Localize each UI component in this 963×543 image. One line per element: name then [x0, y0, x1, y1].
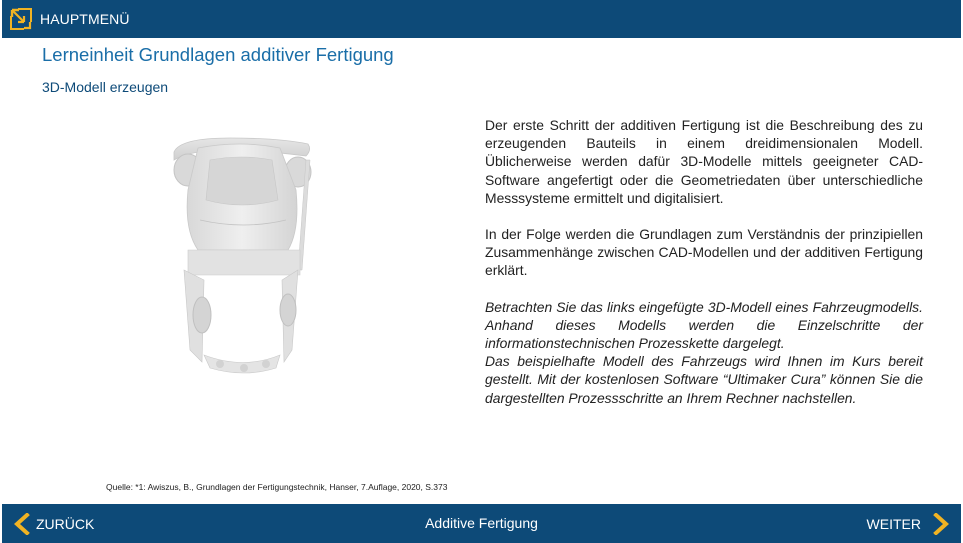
- chevron-right-icon: [933, 512, 949, 535]
- section-subtitle: 3D-Modell erzeugen: [42, 79, 169, 95]
- course-title: Additive Fertigung: [425, 515, 538, 531]
- source-citation: Quelle: *1: Awiszus, B., Grundlagen der …: [106, 482, 448, 492]
- paragraph-model-hint: Betrachten Sie das links eingefügte 3D-M…: [485, 298, 923, 352]
- next-label: WEITER: [866, 515, 921, 532]
- bottom-nav-bar: ZURÜCK Additive Fertigung WEITER: [2, 504, 961, 543]
- paragraph-software-hint: Das beispielhafte Modell des Fahrzeugs w…: [485, 353, 923, 406]
- main-menu-label: HAUPTMENÜ: [40, 11, 130, 27]
- paragraph-intro: Der erste Schritt der additiven Fertigun…: [485, 117, 923, 206]
- expand-icon: [10, 8, 32, 30]
- page-title: Lerneinheit Grundlagen additiver Fertigu…: [42, 44, 394, 65]
- paragraph-followup: In der Folge werden die Grundlagen zum V…: [485, 226, 923, 279]
- next-button[interactable]: WEITER: [867, 504, 951, 543]
- lesson-text: Der erste Schritt der additiven Fertigun…: [485, 116, 923, 407]
- main-menu-button[interactable]: HAUPTMENÜ: [2, 0, 130, 38]
- car-3d-model-image: [173, 137, 312, 374]
- top-bar: HAUPTMENÜ: [2, 0, 961, 38]
- lesson-page: HAUPTMENÜ Lerneinheit Grundlagen additiv…: [0, 0, 963, 543]
